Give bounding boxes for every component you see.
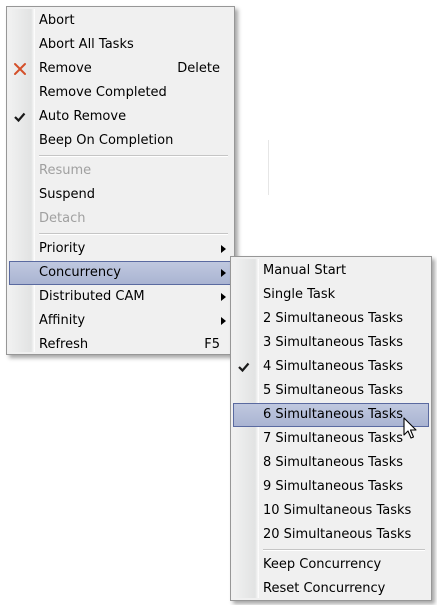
submenu-arrow-icon	[221, 245, 226, 253]
menu-item-single-task[interactable]: Single Task	[233, 283, 429, 307]
submenu-arrow-icon	[221, 317, 226, 325]
menu-item-label: Reset Concurrency	[263, 581, 386, 596]
menu-item-suspend[interactable]: Suspend	[9, 183, 232, 207]
menu-item-label: Auto Remove	[39, 109, 127, 124]
menu-item-keep-concurrency[interactable]: Keep Concurrency	[233, 553, 429, 577]
menu-item-label: Detach	[39, 211, 86, 226]
menu-item-label: Single Task	[263, 287, 336, 302]
submenu-arrow-icon	[221, 293, 226, 301]
menu-item-resume: Resume	[9, 159, 232, 183]
background-divider	[268, 140, 269, 195]
menu-item-label: Distributed CAM	[39, 289, 145, 304]
menu-item-abort-all-tasks[interactable]: Abort All Tasks	[9, 33, 232, 57]
menu-item-label: 6 Simultaneous Tasks	[263, 407, 404, 422]
menu-item-10-simultaneous-tasks[interactable]: 10 Simultaneous Tasks	[233, 499, 429, 523]
menu-item-label: Keep Concurrency	[263, 557, 382, 572]
menu-item-label: Suspend	[39, 187, 96, 202]
mouse-pointer-icon	[403, 417, 419, 441]
menu-item-label: Affinity	[39, 313, 86, 328]
menu-item-4-simultaneous-tasks[interactable]: 4 Simultaneous Tasks	[233, 355, 429, 379]
context-menu: Abort Abort All Tasks Remove Delete Remo…	[6, 6, 235, 355]
menu-item-remove[interactable]: Remove Delete	[9, 57, 232, 81]
menu-item-7-simultaneous-tasks[interactable]: 7 Simultaneous Tasks	[233, 427, 429, 451]
menu-item-manual-start[interactable]: Manual Start	[233, 259, 429, 283]
menu-item-label: Remove Completed	[39, 85, 167, 100]
menu-item-label: Abort	[39, 13, 75, 28]
menu-item-remove-completed[interactable]: Remove Completed	[9, 81, 232, 105]
menu-item-label: Resume	[39, 163, 92, 178]
menu-item-2-simultaneous-tasks[interactable]: 2 Simultaneous Tasks	[233, 307, 429, 331]
menu-item-8-simultaneous-tasks[interactable]: 8 Simultaneous Tasks	[233, 451, 429, 475]
menu-item-label: Priority	[39, 241, 86, 256]
menu-item-label: 8 Simultaneous Tasks	[263, 455, 404, 470]
menu-item-3-simultaneous-tasks[interactable]: 3 Simultaneous Tasks	[233, 331, 429, 355]
menu-item-refresh[interactable]: Refresh F5	[9, 333, 232, 357]
checkmark-icon	[12, 109, 28, 125]
menu-item-auto-remove[interactable]: Auto Remove	[9, 105, 232, 129]
menu-item-label: 5 Simultaneous Tasks	[263, 383, 404, 398]
menu-item-label: Concurrency	[39, 265, 121, 280]
menu-item-label: Remove	[39, 61, 92, 76]
menu-item-label: 2 Simultaneous Tasks	[263, 311, 404, 326]
menu-item-label: Beep On Completion	[39, 133, 174, 148]
menu-item-beep-on-completion[interactable]: Beep On Completion	[9, 129, 232, 153]
menu-item-label: 20 Simultaneous Tasks	[263, 527, 412, 542]
menu-item-label: 9 Simultaneous Tasks	[263, 479, 404, 494]
menu-item-abort[interactable]: Abort	[9, 9, 232, 33]
menu-item-6-simultaneous-tasks[interactable]: 6 Simultaneous Tasks	[233, 403, 429, 427]
menu-item-label: 4 Simultaneous Tasks	[263, 359, 404, 374]
menu-item-label: Refresh	[39, 337, 89, 352]
submenu-arrow-icon	[221, 269, 226, 277]
checkmark-icon	[236, 359, 252, 375]
menu-item-label: 10 Simultaneous Tasks	[263, 503, 412, 518]
remove-x-icon	[12, 61, 28, 77]
concurrency-submenu: Manual Start Single Task 2 Simultaneous …	[230, 256, 432, 601]
menu-item-label: Manual Start	[263, 263, 347, 278]
menu-item-distributed-cam[interactable]: Distributed CAM	[9, 285, 232, 309]
menu-item-affinity[interactable]: Affinity	[9, 309, 232, 333]
menu-item-shortcut: Delete	[177, 61, 220, 76]
menu-item-label: 3 Simultaneous Tasks	[263, 335, 404, 350]
menu-item-reset-concurrency[interactable]: Reset Concurrency	[233, 577, 429, 601]
menu-item-20-simultaneous-tasks[interactable]: 20 Simultaneous Tasks	[233, 523, 429, 547]
menu-item-shortcut: F5	[204, 337, 220, 352]
menu-item-label: Abort All Tasks	[39, 37, 134, 52]
menu-item-5-simultaneous-tasks[interactable]: 5 Simultaneous Tasks	[233, 379, 429, 403]
menu-item-9-simultaneous-tasks[interactable]: 9 Simultaneous Tasks	[233, 475, 429, 499]
menu-item-priority[interactable]: Priority	[9, 237, 232, 261]
menu-item-concurrency[interactable]: Concurrency	[9, 261, 232, 285]
menu-item-label: 7 Simultaneous Tasks	[263, 431, 404, 446]
menu-item-detach: Detach	[9, 207, 232, 231]
